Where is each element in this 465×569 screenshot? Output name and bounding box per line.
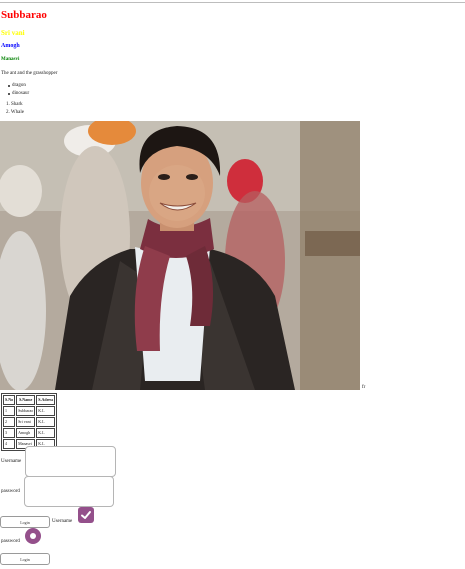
column-header-sname: S.Name <box>16 395 36 405</box>
column-header-saddress: S.Adress <box>36 395 56 405</box>
table-row: 1 Subbarao K.L <box>3 406 56 416</box>
story-paragraph: The ant and the grasshopper <box>1 71 58 76</box>
login-button-2[interactable]: Login <box>0 553 50 565</box>
table-cell: 3 <box>3 428 16 438</box>
table-row: 2 Sri vani K.L <box>3 417 56 427</box>
top-divider <box>0 2 465 3</box>
student-table: S.No S.Name S.Adress 1 Subbarao K.L 2 Sr… <box>1 393 58 451</box>
image-caption: fr <box>362 385 366 390</box>
unordered-list: dragon dinosaur <box>8 82 29 98</box>
login-button[interactable]: Login <box>0 516 50 528</box>
table-cell: K.L <box>36 406 56 416</box>
table-cell: 1 <box>3 406 16 416</box>
list-item-dinosaur: dinosaur <box>8 90 29 98</box>
heading-sri-vani: Sri vani <box>1 29 25 37</box>
heading-subbarao: Subbarao <box>1 9 47 21</box>
ordered-list: 1. Shark 2. Whale <box>6 101 24 117</box>
table-cell: Amogh <box>16 428 36 438</box>
password-label-2: password <box>1 539 20 544</box>
list-item-dragon: dragon <box>8 82 29 90</box>
heading-manasvi: Manasvi <box>1 57 20 62</box>
table-cell: Subbarao <box>16 406 36 416</box>
table-cell: Sri vani <box>16 417 36 427</box>
list-item-shark: 1. Shark <box>6 102 23 107</box>
table-row: 3 Amogh K.L <box>3 428 56 438</box>
password-radio[interactable] <box>25 528 41 544</box>
photo-illustration <box>0 121 360 390</box>
table-cell: 4 <box>3 439 16 449</box>
portrait-photo <box>0 121 360 390</box>
check-icon <box>81 511 91 519</box>
table-cell: 2 <box>3 417 16 427</box>
column-header-sno: S.No <box>3 395 16 405</box>
username-label-2: Username <box>52 519 73 524</box>
table-header-row: S.No S.Name S.Adress <box>3 395 56 405</box>
table-cell: K.L <box>36 417 56 427</box>
username-checkbox[interactable] <box>78 507 94 523</box>
password-input[interactable] <box>24 476 114 507</box>
heading-amogh: Amogh <box>1 43 20 49</box>
password-label: password <box>1 489 20 494</box>
radio-dot-icon <box>30 533 36 539</box>
username-label: Username <box>1 459 22 464</box>
list-item-whale: 2. Whale <box>6 110 24 115</box>
table-cell: K.L <box>36 428 56 438</box>
username-input[interactable] <box>25 446 116 477</box>
